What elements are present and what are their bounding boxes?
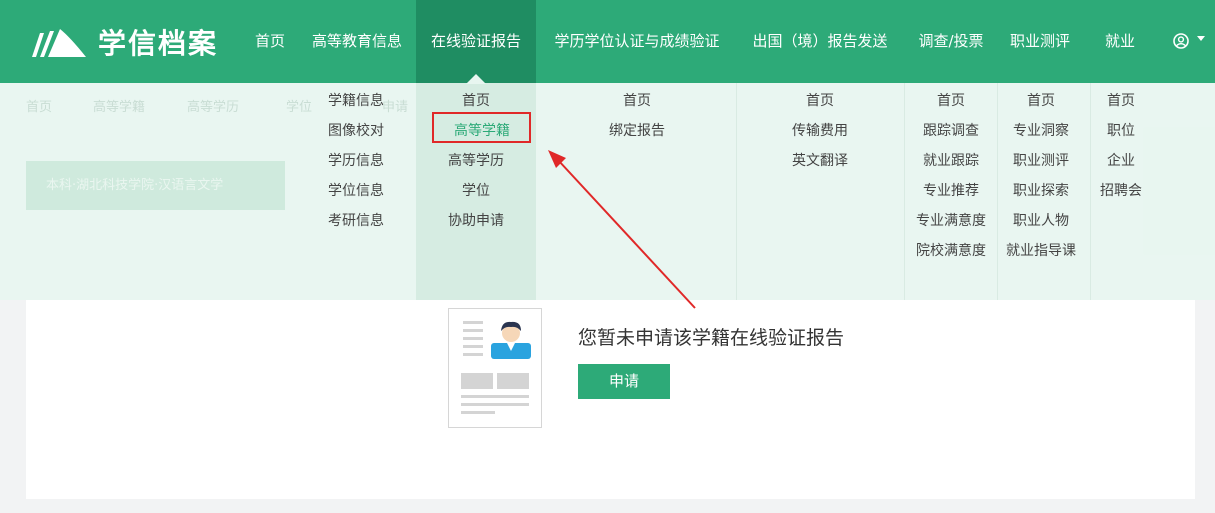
menu-employment-tracking[interactable]: 就业跟踪 bbox=[923, 150, 979, 170]
menu-report-education[interactable]: 高等学历 bbox=[448, 150, 504, 170]
highlight-annotation-box bbox=[432, 112, 531, 143]
column-divider bbox=[997, 83, 998, 300]
apply-button[interactable]: 申请 bbox=[578, 364, 670, 399]
menu-career-people[interactable]: 职业人物 bbox=[1013, 210, 1069, 230]
menu-image-check[interactable]: 图像校对 bbox=[328, 120, 384, 140]
menu-report-home[interactable]: 首页 bbox=[462, 90, 490, 110]
menu-postgrad-exam-info[interactable]: 考研信息 bbox=[328, 210, 384, 230]
column-divider bbox=[1090, 83, 1091, 300]
menu-report-degree[interactable]: 学位 bbox=[462, 180, 490, 200]
menu-enrollment-info[interactable]: 学籍信息 bbox=[328, 90, 384, 110]
nav-survey-vote[interactable]: 调查/投票 bbox=[911, 0, 991, 83]
bg-breadcrumb-apply: 申请 bbox=[382, 100, 409, 115]
menu-report-assist-apply[interactable]: 协助申请 bbox=[448, 210, 504, 230]
menu-career-home[interactable]: 首页 bbox=[1027, 90, 1055, 110]
bg-breadcrumb-enrollment: 高等学籍 bbox=[93, 100, 146, 115]
menu-career-test[interactable]: 职业测评 bbox=[1013, 150, 1069, 170]
menu-cert-home[interactable]: 首页 bbox=[623, 90, 651, 110]
menu-jobs-companies[interactable]: 企业 bbox=[1107, 150, 1135, 170]
menu-school-satisfaction[interactable]: 院校满意度 bbox=[916, 240, 986, 260]
chevron-down-icon[interactable] bbox=[1197, 36, 1205, 41]
nav-higher-education-info[interactable]: 高等教育信息 bbox=[302, 0, 412, 83]
menu-bind-report[interactable]: 绑定报告 bbox=[609, 120, 665, 140]
menu-transfer-fee[interactable]: 传输费用 bbox=[792, 120, 848, 140]
bg-breadcrumb-education: 高等学历 bbox=[187, 100, 240, 115]
nav-home[interactable]: 首页 bbox=[246, 0, 294, 83]
bg-record-tag: 本科·湖北科技学院·汉语言文学 bbox=[26, 161, 285, 210]
menu-jobs-job-fair[interactable]: 招聘会 bbox=[1100, 180, 1142, 200]
user-circle-icon[interactable] bbox=[1172, 32, 1190, 50]
person-avatar-icon bbox=[491, 321, 531, 359]
menu-major-insight[interactable]: 专业洞察 bbox=[1013, 120, 1069, 140]
menu-pointer bbox=[466, 74, 486, 84]
menu-career-guidance-course[interactable]: 就业指导课 bbox=[1006, 240, 1076, 260]
nav-career-assessment[interactable]: 职业测评 bbox=[1003, 0, 1077, 83]
menu-abroad-home[interactable]: 首页 bbox=[806, 90, 834, 110]
top-navbar: 学信档案 首页 高等教育信息 在线验证报告 学历学位认证与成绩验证 出国（境）报… bbox=[0, 0, 1215, 83]
nav-degree-certification[interactable]: 学历学位认证与成绩验证 bbox=[544, 0, 730, 83]
menu-english-translation[interactable]: 英文翻译 bbox=[792, 150, 848, 170]
menu-jobs-home[interactable]: 首页 bbox=[1107, 90, 1135, 110]
brand-logo[interactable]: 学信档案 bbox=[26, 22, 218, 62]
menu-jobs-positions[interactable]: 职位 bbox=[1107, 120, 1135, 140]
menu-survey-home[interactable]: 首页 bbox=[937, 90, 965, 110]
nav-abroad-report[interactable]: 出国（境）报告发送 bbox=[744, 0, 896, 83]
brand-mark-icon bbox=[32, 29, 86, 57]
column-divider bbox=[904, 83, 905, 300]
menu-major-satisfaction[interactable]: 专业满意度 bbox=[916, 210, 986, 230]
brand-name: 学信档案 bbox=[98, 27, 219, 60]
menu-tracking-survey[interactable]: 跟踪调查 bbox=[923, 120, 979, 140]
menu-degree-info[interactable]: 学位信息 bbox=[328, 180, 384, 200]
nav-employment[interactable]: 就业 bbox=[1098, 0, 1142, 83]
nav-online-verification-report[interactable]: 在线验证报告 bbox=[416, 0, 536, 83]
menu-career-explore[interactable]: 职业探索 bbox=[1013, 180, 1069, 200]
bg-breadcrumb-degree: 学位 bbox=[286, 100, 313, 115]
column-divider bbox=[736, 83, 737, 300]
menu-major-recommend[interactable]: 专业推荐 bbox=[923, 180, 979, 200]
no-report-message: 您暂未申请该学籍在线验证报告 bbox=[578, 327, 845, 349]
menu-education-info[interactable]: 学历信息 bbox=[328, 150, 384, 170]
bg-breadcrumb-home: 首页 bbox=[26, 100, 53, 115]
mega-dropdown-menu: 首页 高等学籍 高等学历 学位 申请 本科·湖北科技学院·汉语言文学 学籍信息 … bbox=[0, 74, 1215, 300]
resume-document-icon bbox=[448, 308, 542, 428]
